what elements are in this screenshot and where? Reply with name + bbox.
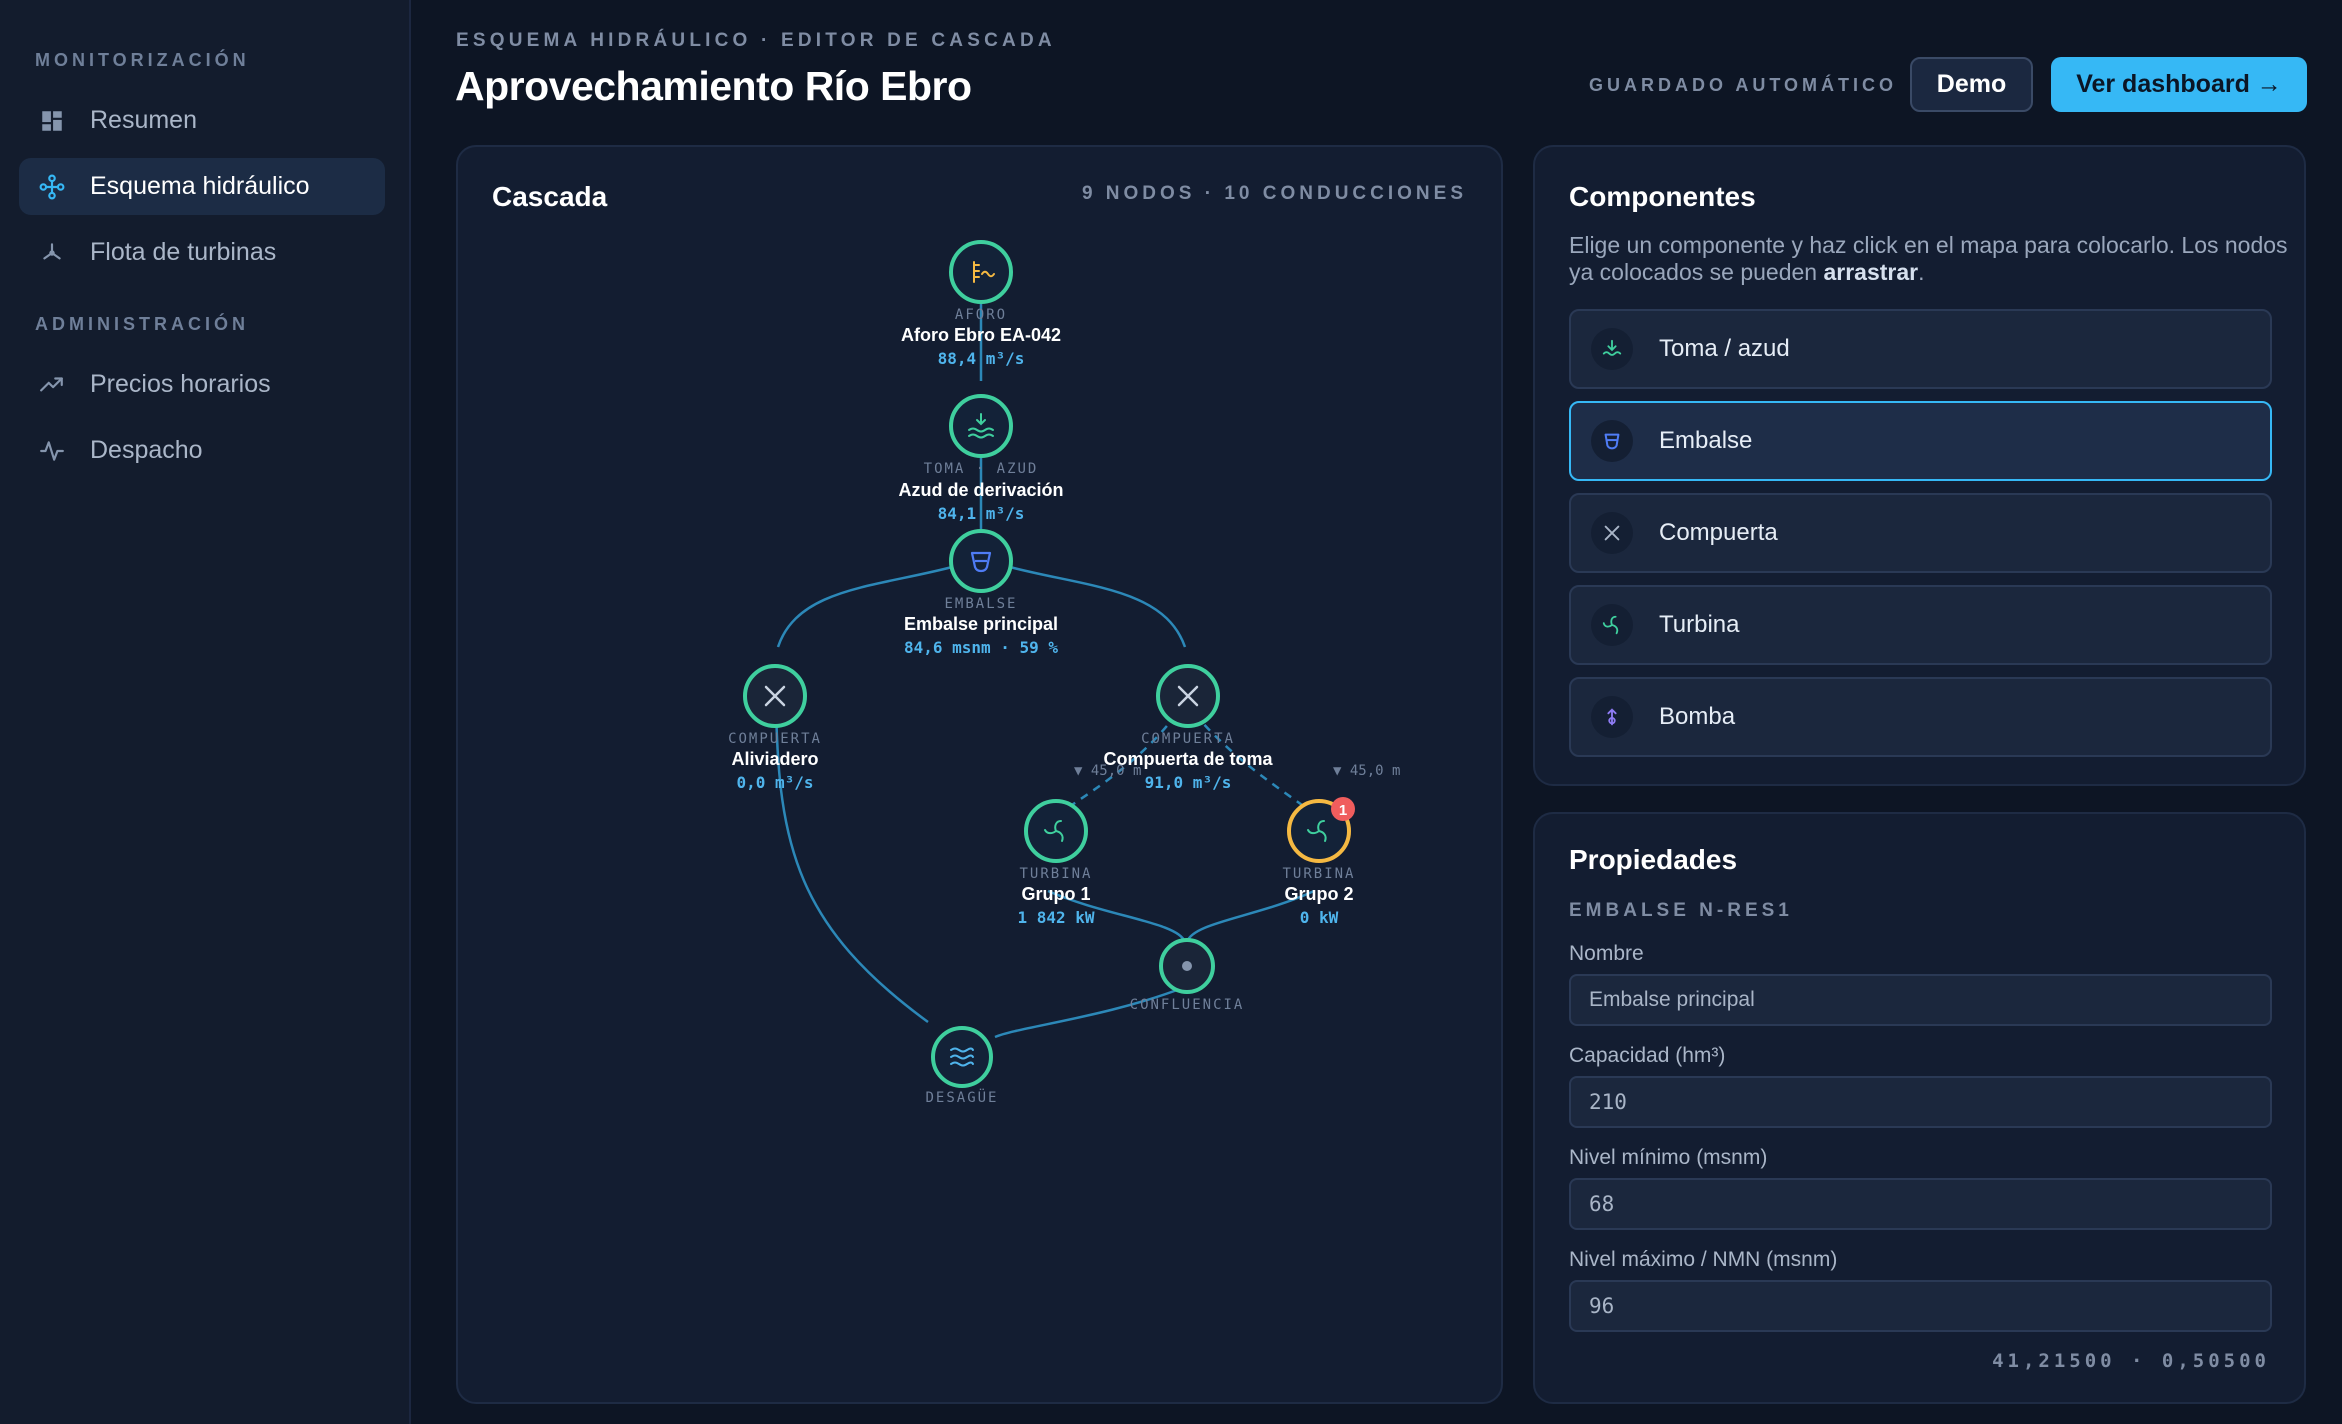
network-icon (39, 174, 65, 200)
max-level-field[interactable] (1569, 1280, 2272, 1332)
component-label: Toma / azud (1659, 335, 1790, 362)
capacity-field[interactable] (1569, 1076, 2272, 1128)
nav-section-title: ADMINISTRACIÓN (35, 314, 249, 334)
node-desague[interactable]: DESAGÜE (925, 1026, 998, 1106)
component-turbina[interactable]: Turbina (1569, 585, 2272, 665)
sidebar-item-resumen[interactable]: Resumen (19, 92, 385, 149)
sidebar-item-despacho[interactable]: Despacho (19, 422, 385, 479)
node-type: AFORO (955, 307, 1007, 323)
node-value: 0 kW (1300, 908, 1339, 927)
component-embalse[interactable]: Embalse (1569, 401, 2272, 481)
properties-title: Propiedades (1569, 844, 1738, 875)
grid-icon (39, 108, 65, 134)
selected-node-id: EMBALSE N-RES1 (1569, 900, 1793, 921)
help-text-end: . (1918, 259, 1925, 285)
pump-icon (1591, 696, 1633, 738)
sidebar-item-precios-horarios[interactable]: Precios horarios (19, 356, 385, 413)
gate-icon (1591, 512, 1633, 554)
node-aliviadero[interactable]: COMPUERTA Aliviadero 0,0 m³/s (728, 664, 822, 792)
properties-panel: Propiedades EMBALSE N-RES1 Nombre Capaci… (1533, 812, 2306, 1404)
node-value: 84,1 m³/s (938, 504, 1025, 523)
sidebar-item-label: Flota de turbinas (90, 238, 277, 266)
node-value: 91,0 m³/s (1145, 773, 1232, 792)
sidebar-item-label: Esquema hidráulico (90, 172, 310, 200)
node-value: 1 842 kW (1017, 908, 1094, 927)
node-type: COMPUERTA (1141, 731, 1235, 747)
help-text: Elige un componente y haz click en el ma… (1569, 232, 2288, 285)
node-type: CONFLUENCIA (1130, 997, 1245, 1013)
reservoir-icon (1591, 420, 1633, 462)
cascade-panel: Cascada 9 NODOS · 10 CONDUCCIONES AFORO … (456, 145, 1503, 1404)
node-grupo2[interactable]: 1 TURBINA Grupo 2 0 kW (1282, 797, 1355, 927)
trend-icon (39, 372, 65, 398)
page-title: Aprovechamiento Río Ebro (455, 63, 972, 109)
max-level-label: Nivel máximo / NMN (msnm) (1569, 1248, 1838, 1271)
help-emphasis: arrastrar (1823, 259, 1919, 285)
node-name: Azud de derivación (898, 480, 1063, 500)
node-embalse[interactable]: EMBALSE Embalse principal 84,6 msnm · 59… (904, 529, 1058, 657)
name-field[interactable] (1569, 974, 2272, 1026)
node-type: TURBINA (1282, 866, 1355, 882)
component-bomba[interactable]: Bomba (1569, 677, 2272, 757)
node-name: Grupo 1 (1021, 884, 1090, 904)
badge-count: 1 (1339, 802, 1347, 819)
sidebar-item-flota-turbinas[interactable]: Flota de turbinas (19, 224, 385, 281)
breadcrumb: ESQUEMA HIDRÁULICO · EDITOR DE CASCADA (456, 30, 1056, 51)
min-level-label: Nivel mínimo (msnm) (1569, 1146, 1768, 1169)
component-toma-azud[interactable]: Toma / azud (1569, 309, 2272, 389)
component-label: Turbina (1659, 611, 1740, 638)
autosave-status: GUARDADO AUTOMÁTICO (1589, 75, 1897, 95)
component-label: Compuerta (1659, 519, 1778, 546)
edge-label: ▼ 45,0 m (1074, 763, 1141, 779)
sidebar-item-label: Despacho (90, 436, 203, 464)
edge-embalse-aliviadero (776, 564, 957, 648)
node-name: Aliviadero (731, 749, 818, 769)
node-confluencia[interactable]: CONFLUENCIA (1130, 938, 1245, 1013)
name-label: Nombre (1569, 942, 1644, 965)
edge-label: ▼ 45,0 m (1333, 763, 1400, 779)
cascade-diagram[interactable]: AFORO Aforo Ebro EA-042 88,4 m³/s TOMA ·… (458, 147, 1505, 1406)
component-label: Embalse (1659, 427, 1753, 454)
edge-embalse-comptoma (1005, 564, 1187, 648)
node-name: Embalse principal (904, 614, 1058, 634)
intake-icon (1591, 328, 1633, 370)
view-dashboard-button[interactable]: Ver dashboard → (2051, 57, 2307, 112)
components-title: Componentes (1569, 181, 1756, 212)
capacity-label: Capacidad (hm³) (1569, 1044, 1726, 1067)
node-type: TURBINA (1019, 866, 1092, 882)
turbine-icon (39, 240, 65, 266)
node-value: 88,4 m³/s (938, 349, 1025, 368)
node-name: Grupo 2 (1284, 884, 1353, 904)
node-type: DESAGÜE (925, 1088, 998, 1106)
warning-badge: 1 (1331, 797, 1355, 821)
components-help-text: Elige un componente y haz click en el ma… (1569, 232, 2289, 286)
cursor-coordinates: 41,21500 · 0,50500 (1992, 1350, 2270, 1372)
components-panel: Componentes Elige un componente y haz cl… (1533, 145, 2306, 786)
sidebar: MONITORIZACIÓN Resumen Esquema hidráulic… (0, 0, 411, 1424)
node-value: 84,6 msnm · 59 % (904, 638, 1058, 657)
node-value: 0,0 m³/s (736, 773, 813, 792)
node-name: Aforo Ebro EA-042 (901, 325, 1061, 345)
dot-icon (1182, 961, 1192, 971)
node-grupo1[interactable]: TURBINA Grupo 1 1 842 kW (1017, 799, 1095, 927)
nav-section-title: MONITORIZACIÓN (35, 50, 250, 70)
min-level-field[interactable] (1569, 1178, 2272, 1230)
node-type: TOMA · AZUD (924, 461, 1039, 477)
node-type: COMPUERTA (728, 731, 822, 747)
component-compuerta[interactable]: Compuerta (1569, 493, 2272, 573)
component-label: Bomba (1659, 703, 1736, 730)
sidebar-item-label: Precios horarios (90, 370, 271, 398)
pulse-icon (39, 438, 65, 464)
sidebar-item-label: Resumen (90, 106, 197, 134)
sidebar-item-esquema-hidraulico[interactable]: Esquema hidráulico (19, 158, 385, 215)
node-type: EMBALSE (944, 596, 1017, 612)
demo-button[interactable]: Demo (1910, 57, 2033, 112)
turbine-icon (1591, 604, 1633, 646)
